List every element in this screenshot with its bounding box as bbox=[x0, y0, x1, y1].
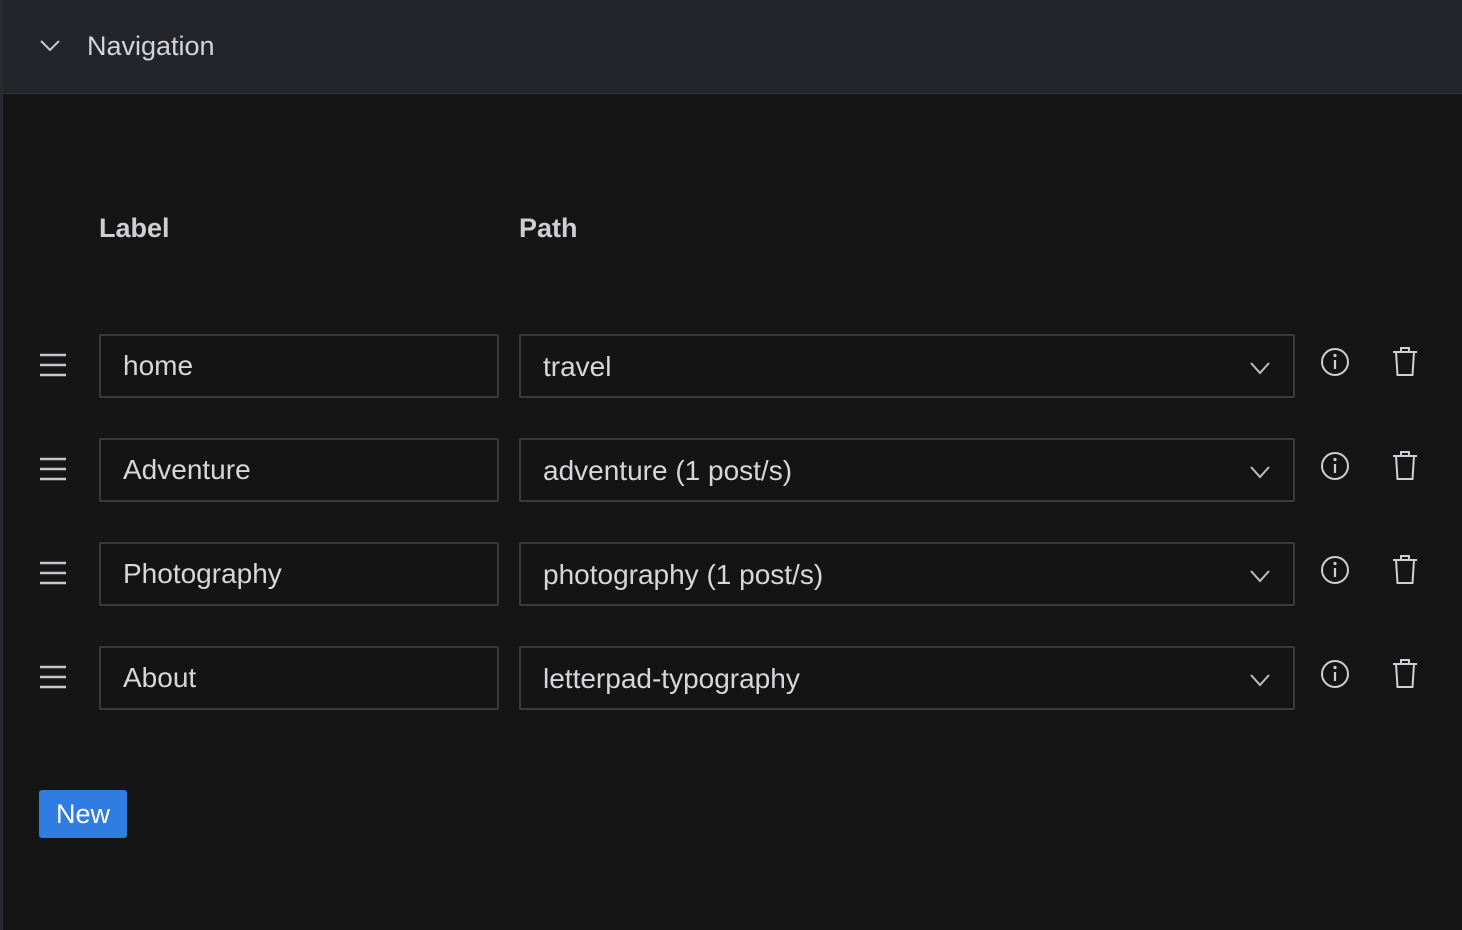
trash-icon[interactable] bbox=[1391, 554, 1419, 586]
chevron-down-icon bbox=[1250, 362, 1270, 375]
trash-icon[interactable] bbox=[1391, 346, 1419, 378]
panel-header[interactable]: Navigation bbox=[3, 0, 1462, 94]
label-input[interactable] bbox=[99, 542, 499, 606]
label-column-header: Label bbox=[99, 213, 170, 243]
chevron-down-icon[interactable] bbox=[37, 35, 63, 57]
drag-handle-icon[interactable] bbox=[39, 560, 67, 586]
drag-handle-icon[interactable] bbox=[39, 664, 67, 690]
path-select[interactable]: adventure (1 post/s) bbox=[519, 438, 1295, 502]
label-input[interactable] bbox=[99, 334, 499, 398]
chevron-down-icon bbox=[1250, 674, 1270, 687]
info-icon[interactable] bbox=[1319, 346, 1351, 378]
info-icon[interactable] bbox=[1319, 658, 1351, 690]
chevron-down-icon bbox=[1250, 570, 1270, 583]
navigation-row: travel bbox=[3, 334, 1462, 398]
trash-icon[interactable] bbox=[1391, 450, 1419, 482]
navigation-row: letterpad-typography bbox=[3, 646, 1462, 710]
label-input[interactable] bbox=[99, 646, 499, 710]
path-select-value: adventure (1 post/s) bbox=[543, 455, 793, 486]
navigation-row: photography (1 post/s) bbox=[3, 542, 1462, 606]
path-select[interactable]: travel bbox=[519, 334, 1295, 398]
navigation-row: adventure (1 post/s) bbox=[3, 438, 1462, 502]
panel-title: Navigation bbox=[87, 31, 215, 61]
path-select-value: photography (1 post/s) bbox=[543, 559, 824, 590]
chevron-down-icon bbox=[1250, 466, 1270, 479]
path-column-header: Path bbox=[519, 213, 578, 243]
drag-handle-icon[interactable] bbox=[39, 352, 67, 378]
navigation-panel: Navigation Label Path travel bbox=[0, 0, 1462, 930]
new-item-button[interactable]: New bbox=[39, 790, 127, 838]
info-icon[interactable] bbox=[1319, 554, 1351, 586]
info-icon[interactable] bbox=[1319, 450, 1351, 482]
trash-icon[interactable] bbox=[1391, 658, 1419, 690]
path-select-value: letterpad-typography bbox=[543, 663, 800, 694]
path-select-value: travel bbox=[543, 351, 612, 382]
drag-handle-icon[interactable] bbox=[39, 456, 67, 482]
label-input[interactable] bbox=[99, 438, 499, 502]
path-select[interactable]: photography (1 post/s) bbox=[519, 542, 1295, 606]
path-select[interactable]: letterpad-typography bbox=[519, 646, 1295, 710]
